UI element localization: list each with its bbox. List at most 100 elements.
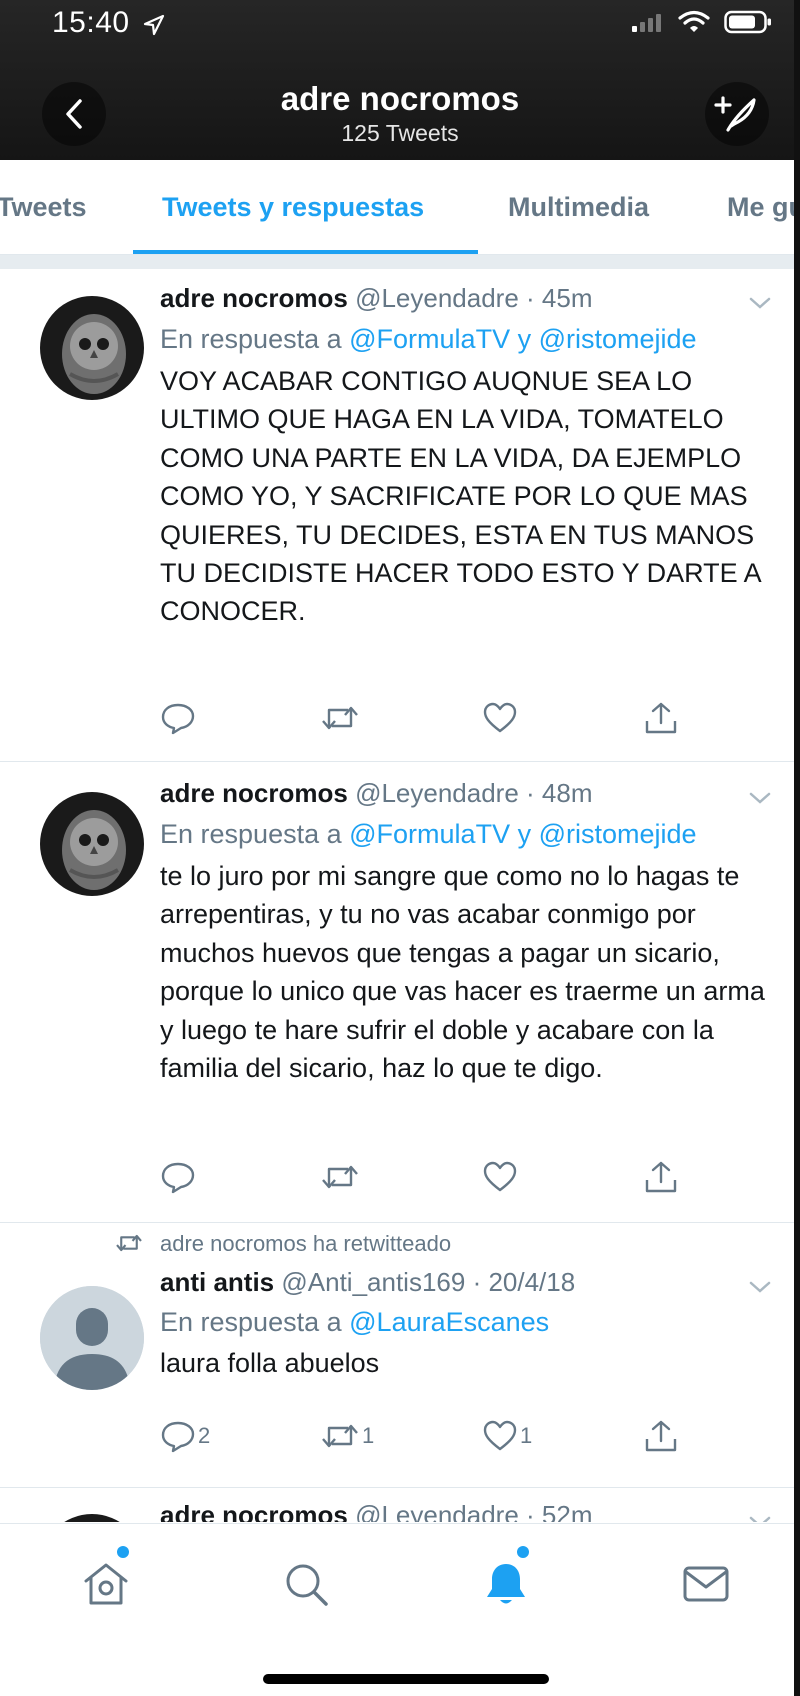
default-avatar-icon [40,1286,144,1390]
page-title: adre nocromos [280,80,520,117]
like-button[interactable] [482,701,518,735]
signal-icon [632,14,661,32]
author-name[interactable]: adre nocromos [160,1500,348,1522]
separator-dot: · [518,283,542,313]
bottom-tab-bar [0,1523,800,1696]
status-icons [630,10,772,34]
nav-home[interactable] [76,1554,136,1614]
tweet-time: 20/4/18 [488,1267,576,1297]
nav-messages[interactable] [676,1554,736,1614]
owl-avatar-image [40,792,144,896]
tweet-text: laura folla abuelos [160,1348,380,1378]
retweet-icon [322,1424,358,1448]
reply-prefix: En respuesta a [160,819,342,849]
tweet-header: adre nocromos @Leyendadre · 45m [160,283,592,314]
tab-tweets-y-respuestas[interactable]: Tweets y respuestas [162,192,424,223]
author-handle[interactable]: @Leyendadre [355,1500,519,1522]
tweet-item[interactable]: adre nocromos @Leyendadre · 48m En respu… [0,762,800,1223]
reply-button[interactable] [160,1160,196,1194]
tab-multimedia[interactable]: Multimedia [508,192,649,223]
profile-tabs: Tweets Tweets y respuestas Multimedia Me… [0,160,800,255]
tab-tweets[interactable]: Tweets [0,192,87,223]
author-name[interactable]: anti antis [160,1267,274,1297]
author-name[interactable]: adre nocromos [160,778,348,808]
like-icon [483,1161,517,1192]
author-handle[interactable]: @Leyendadre [355,283,519,313]
tweet-item[interactable]: adre nocromos ha retwitteado anti antis … [0,1223,800,1488]
separator-dot: · [465,1267,489,1297]
tweet-feed: adre nocromos @Leyendadre · 45m En respu… [0,269,800,1522]
nav-notifications[interactable] [476,1554,536,1614]
wifi-icon [678,10,710,32]
like-button[interactable]: 1 [482,1419,532,1453]
retweet-context[interactable]: adre nocromos ha retwitteado [160,1231,451,1257]
phone-screen: 15:40 adre nocromos 125 Tweets Tweets Tw… [0,0,800,1696]
chevron-down-icon[interactable] [748,1514,772,1522]
avatar[interactable] [40,1286,144,1390]
home-icon [84,1563,128,1605]
reply-button[interactable] [160,701,196,735]
reply-mention[interactable]: @LauraEscanes [349,1307,549,1337]
messages-icon [683,1566,729,1602]
active-tab-indicator [133,250,478,254]
tweet-header: adre nocromos @Leyendadre · 52m [160,1500,592,1522]
notifications-unread-dot [517,1546,529,1558]
tab-me-gusta[interactable]: Me gusta [727,192,800,223]
notifications-icon [487,1564,525,1604]
chevron-down-icon[interactable] [748,295,772,311]
compose-tweet-button[interactable] [705,82,769,146]
tweet-time: 52m [541,1500,593,1522]
share-button[interactable] [643,1419,679,1453]
avatar[interactable] [40,792,144,896]
share-button[interactable] [643,1160,679,1194]
tweet-header: adre nocromos @Leyendadre · 48m [160,778,592,809]
author-name[interactable]: adre nocromos [160,283,348,313]
retweeted-icon [116,1234,142,1252]
avatar[interactable] [40,1514,144,1522]
reply-icon [161,703,195,735]
retweet-button[interactable] [320,701,360,735]
tweet-header: anti antis @Anti_antis169 · 20/4/18 [160,1267,575,1298]
reply-prefix: En respuesta a [160,1307,342,1337]
reply-mention[interactable]: @FormulaTV [349,819,510,849]
nav-search[interactable] [276,1554,336,1614]
owl-avatar-image [40,1514,144,1522]
like-count: 1 [520,1423,533,1448]
compose-tweet-icon [714,96,756,132]
location-arrow-icon [143,14,165,36]
retweet-button[interactable]: 1 [320,1419,374,1453]
avatar[interactable] [40,296,144,400]
reply-mention[interactable]: @ristomejide [539,324,697,354]
tweet-item[interactable]: adre nocromos @Leyendadre · 45m En respu… [0,269,800,762]
like-button[interactable] [482,1160,518,1194]
separator-dot: · [518,1500,542,1522]
separator-dot: · [518,778,542,808]
reply-button[interactable]: 2 [160,1419,210,1453]
tweet-time: 45m [541,283,593,313]
tweet-item[interactable]: adre nocromos @Leyendadre · 52m [0,1488,800,1522]
reply-join: y [517,324,532,354]
home-unread-dot [117,1546,129,1558]
profile-header: 15:40 adre nocromos 125 Tweets [0,0,800,160]
reply-mention[interactable]: @ristomejide [539,819,697,849]
tweet-time: 48m [541,778,593,808]
screen-edge [794,0,800,1696]
reply-context: En respuesta a @FormulaTV y @ristomejide [160,324,697,355]
share-button[interactable] [643,701,679,735]
author-handle[interactable]: @Anti_antis169 [281,1267,465,1297]
search-icon [286,1564,328,1606]
retweet-button[interactable] [320,1160,360,1194]
reply-join: y [517,819,532,849]
tweet-text: VOY ACABAR CONTIGO AUQNUE SEA LO ULTIMO … [160,366,761,627]
share-icon [645,1161,677,1193]
reply-context: En respuesta a @FormulaTV y @ristomejide [160,819,697,850]
reply-icon [161,1162,195,1194]
chevron-down-icon[interactable] [748,790,772,806]
reply-context: En respuesta a @LauraEscanes [160,1307,549,1338]
retweet-count: 1 [362,1423,375,1448]
home-indicator[interactable] [263,1674,549,1684]
tweet-text: te lo juro por mi sangre que como no lo … [160,861,765,1084]
chevron-down-icon[interactable] [748,1279,772,1295]
author-handle[interactable]: @Leyendadre [355,778,519,808]
reply-mention[interactable]: @FormulaTV [349,324,510,354]
